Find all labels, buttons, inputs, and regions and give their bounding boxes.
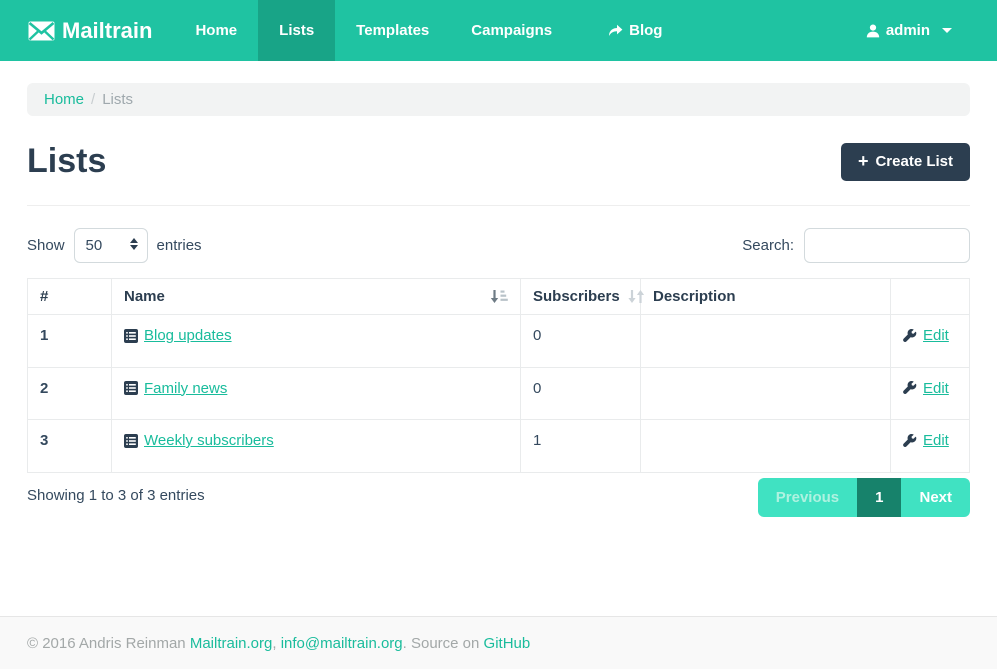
create-list-button[interactable]: + Create List [841,143,970,181]
nav-item-templates[interactable]: Templates [335,0,450,61]
plus-icon: + [858,152,869,170]
description-cell [641,315,891,368]
copyright-text: © 2016 Andris Reinman [27,635,186,652]
breadcrumb: Home / Lists [27,83,970,116]
lists-table: # Name [27,278,970,473]
subscriber-count: 0 [521,367,641,420]
table-row: 3 [28,420,970,473]
list-name-link[interactable]: Blog updates [124,327,232,344]
pagination-page-1-button[interactable]: 1 [857,478,901,517]
envelope-icon [28,21,55,41]
col-header-actions [891,279,970,315]
breadcrumb-current: Lists [102,91,133,108]
divider [27,205,970,206]
page-footer: © 2016 Andris Reinman Mailtrain.org, inf… [0,616,997,669]
share-icon [608,24,623,37]
list-alt-icon [124,329,138,343]
pagination: Previous 1 Next [758,478,970,517]
description-cell [641,367,891,420]
nav-item-blog[interactable]: Blog [587,0,683,61]
mailtrain-org-link[interactable]: Mailtrain.org [190,635,273,652]
select-arrows-icon [130,238,138,250]
list-alt-icon [124,434,138,448]
username: admin [886,22,930,39]
table-row: 2 [28,367,970,420]
col-header-subscribers[interactable]: Subscribers [521,279,641,315]
subscriber-count: 0 [521,315,641,368]
user-icon [866,24,880,38]
caret-down-icon [942,28,952,33]
brand-name: Mailtrain [62,18,152,44]
main-nav: Home Lists Templates Campaigns Blog [174,0,683,61]
col-header-name[interactable]: Name [112,279,521,315]
row-number: 2 [28,367,112,420]
col-header-description[interactable]: Description [641,279,891,315]
pagination-next-button[interactable]: Next [901,478,970,517]
list-name-link[interactable]: Weekly subscribers [124,432,274,449]
breadcrumb-separator: / [91,91,95,108]
col-header-num[interactable]: # [28,279,112,315]
top-navbar: Mailtrain Home Lists Templates Campaigns… [0,0,997,61]
brand-logo[interactable]: Mailtrain [0,0,174,61]
edit-link[interactable]: Edit [923,327,949,344]
user-menu[interactable]: admin [845,0,973,61]
edit-link[interactable]: Edit [923,380,949,397]
sort-both-icon [628,289,645,304]
search-label: Search: [742,237,794,254]
nav-item-home[interactable]: Home [174,0,258,61]
sort-asc-icon [490,289,508,304]
github-link[interactable]: GitHub [484,635,531,652]
row-number: 3 [28,420,112,473]
wrench-icon [903,434,917,448]
nav-item-campaigns[interactable]: Campaigns [450,0,573,61]
table-row: 1 [28,315,970,368]
list-alt-icon [124,381,138,395]
entries-summary: Showing 1 to 3 of 3 entries [27,478,205,504]
entries-label: entries [157,237,202,254]
description-cell [641,420,891,473]
edit-link[interactable]: Edit [923,432,949,449]
breadcrumb-home-link[interactable]: Home [44,91,84,108]
search-input[interactable] [804,228,970,263]
email-link[interactable]: info@mailtrain.org [281,635,403,652]
wrench-icon [903,329,917,343]
wrench-icon [903,381,917,395]
pagination-previous-button[interactable]: Previous [758,478,857,517]
page-size-select[interactable]: 50 [74,228,148,263]
subscriber-count: 1 [521,420,641,473]
row-number: 1 [28,315,112,368]
nav-item-lists[interactable]: Lists [258,0,335,61]
show-label: Show [27,237,65,254]
list-name-link[interactable]: Family news [124,380,227,397]
page-title: Lists [27,142,106,181]
